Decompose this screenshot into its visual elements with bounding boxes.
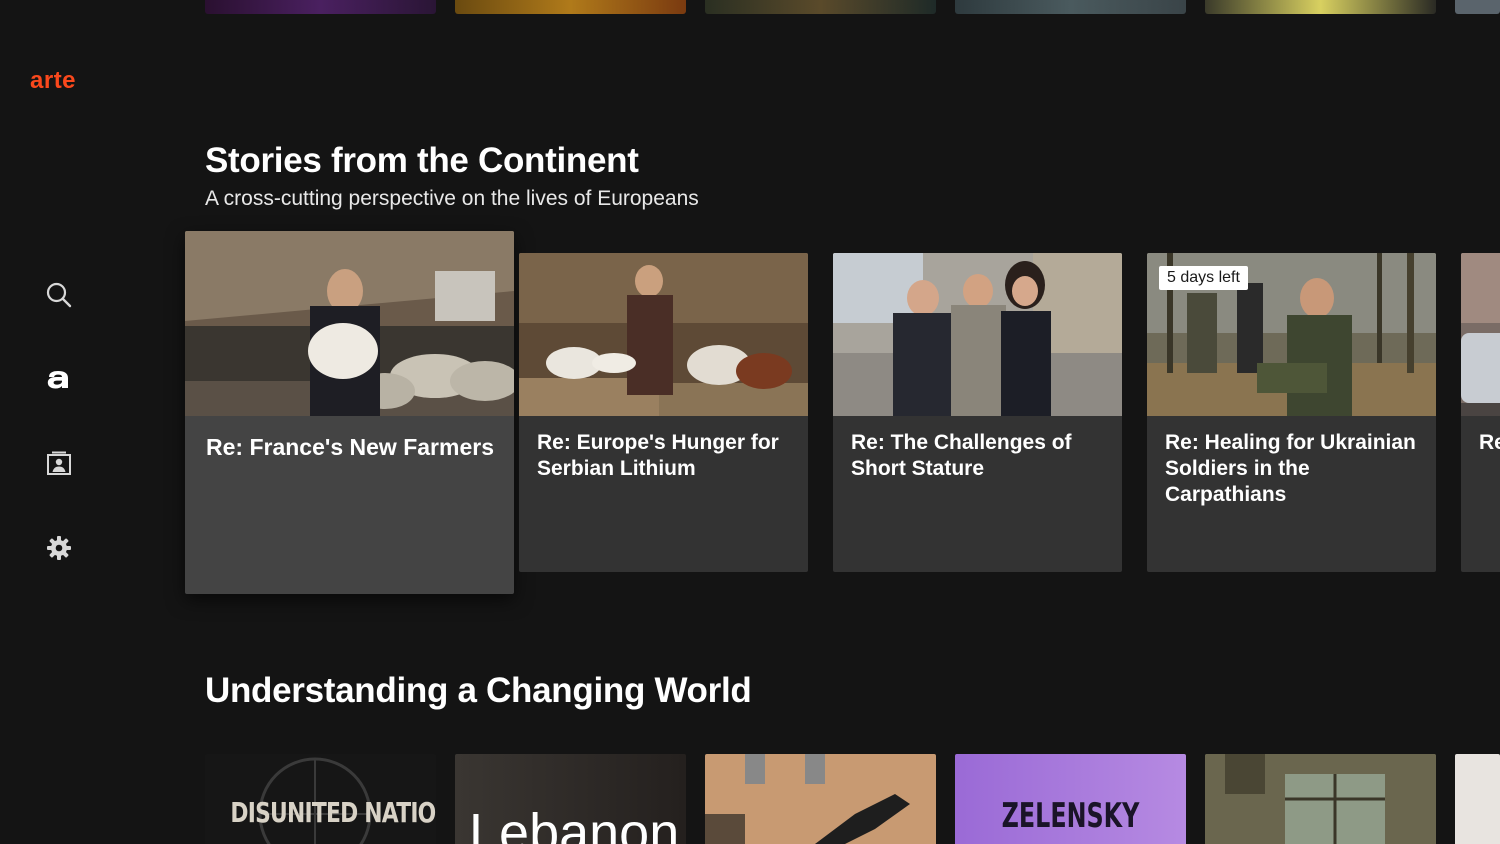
card-thumbnail-barn-sheep	[185, 231, 514, 416]
top-row-thumb[interactable]	[705, 0, 936, 14]
ruined-window-graphic	[1205, 754, 1436, 844]
thumb-title: ZELENSKY	[1001, 796, 1140, 836]
program-card[interactable]: Re: Hu	[1461, 253, 1500, 572]
card-title: Re: Healing for Ukrainian Soldiers in th…	[1165, 431, 1416, 506]
bottom-row-thumb[interactable]: DISUNITED NATIONS	[205, 754, 436, 844]
card-title: Re: The Challenges of Short Stature	[851, 431, 1072, 480]
card-title: Re: Europe's Hunger for Serbian Lithium	[537, 431, 779, 480]
arte-a-icon[interactable]	[44, 364, 74, 394]
section-title-stories: Stories from the Continent	[205, 141, 639, 180]
top-row-thumbnails	[205, 0, 1500, 14]
section-title-world: Understanding a Changing World	[205, 671, 752, 710]
top-row-thumb[interactable]	[955, 0, 1186, 14]
card-thumbnail-street-car	[1461, 253, 1500, 416]
thumb-title: Lebanon	[469, 803, 680, 844]
bottom-row-thumb[interactable]	[1205, 754, 1436, 844]
bottom-row-thumb[interactable]: ZELENSKY	[955, 754, 1186, 844]
card-title: Re: France's New Farmers	[206, 434, 494, 460]
program-card[interactable]: Re: France's New Farmers	[185, 231, 514, 594]
card-thumbnail-three-women	[833, 253, 1122, 416]
thumb-title: DISUNITED NATIONS	[230, 796, 436, 829]
app-root: arte Stories from the Continent A cross-…	[0, 0, 1500, 844]
card-thumbnail-farmer-cows	[519, 253, 808, 416]
gear-icon[interactable]	[44, 533, 74, 563]
program-card[interactable]: 5 days left Re: Healing for Ukrainian So…	[1147, 253, 1436, 572]
card-title: Re: Hu	[1479, 431, 1500, 454]
top-row-thumb[interactable]	[455, 0, 686, 14]
side-navigation: arte	[0, 0, 118, 844]
profile-list-icon[interactable]	[44, 449, 74, 479]
arte-logo[interactable]: arte	[30, 64, 76, 90]
program-card[interactable]: Re: Europe's Hunger for Serbian Lithium	[519, 253, 808, 572]
weapon-graphic	[705, 754, 910, 844]
bottom-row-thumb[interactable]	[705, 754, 936, 844]
top-row-thumb[interactable]	[1205, 0, 1436, 14]
bottom-row-thumb[interactable]: Lebanon	[455, 754, 686, 844]
expiry-badge: 5 days left	[1159, 266, 1248, 290]
section-subtitle-stories: A cross-cutting perspective on the lives…	[205, 187, 699, 210]
top-row-thumb[interactable]	[1455, 0, 1500, 14]
bottom-row-thumb[interactable]	[1455, 754, 1500, 844]
top-row-thumb[interactable]	[205, 0, 436, 14]
search-icon[interactable]	[44, 280, 74, 310]
program-card[interactable]: Re: The Challenges of Short Stature	[833, 253, 1122, 572]
